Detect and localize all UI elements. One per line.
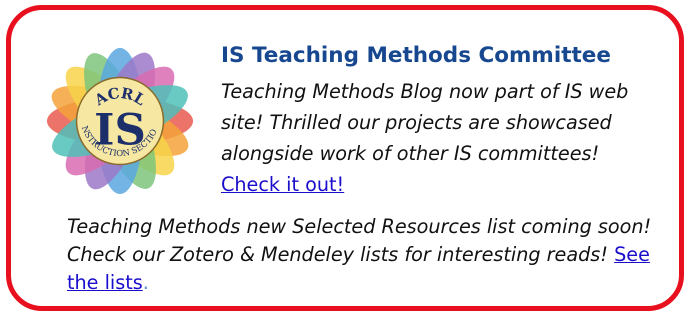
resources-announcement: Teaching Methods new Selected Resources … bbox=[67, 213, 667, 297]
trailing-period: . bbox=[142, 271, 149, 294]
acrl-is-logo: ACRL IS INSTRUCTION SECTION bbox=[41, 42, 194, 195]
blog-announcement-text: Teaching Methods Blog now part of IS web… bbox=[221, 80, 629, 165]
resources-announcement-text: Teaching Methods new Selected Resources … bbox=[67, 215, 652, 266]
announcement-card: ACRL IS INSTRUCTION SECTION IS Teaching … bbox=[6, 5, 684, 311]
committee-title: IS Teaching Methods Committee bbox=[221, 43, 611, 68]
check-it-out-link[interactable]: Check it out! bbox=[221, 173, 344, 196]
blog-announcement: Teaching Methods Blog now part of IS web… bbox=[221, 76, 661, 200]
